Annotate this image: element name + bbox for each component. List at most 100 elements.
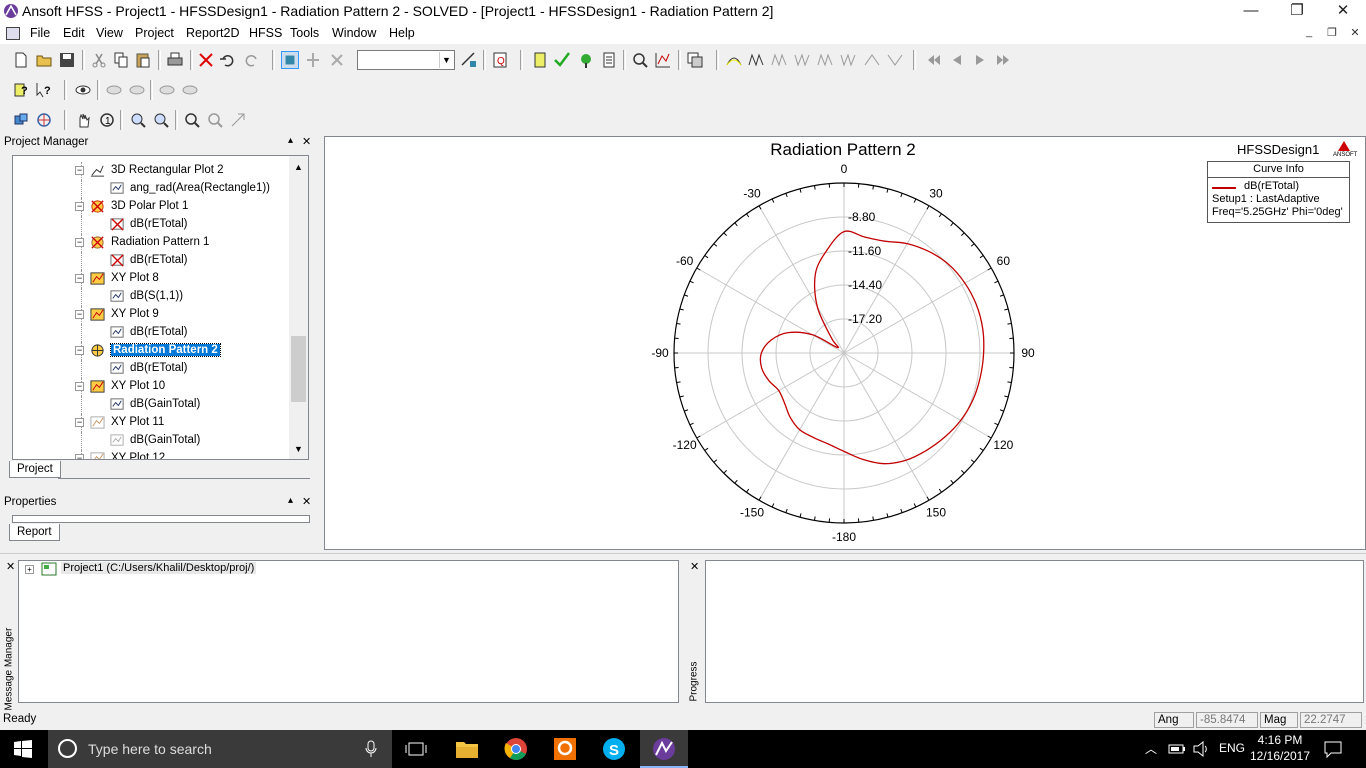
show-objects-icon[interactable]	[105, 81, 123, 99]
trace-type-5-icon[interactable]	[817, 51, 835, 69]
trace-type-8-icon[interactable]	[886, 51, 904, 69]
speaker-icon[interactable]	[1192, 741, 1210, 757]
language-indicator[interactable]: ENG	[1219, 741, 1245, 755]
trace-type-7-icon[interactable]	[863, 51, 881, 69]
menu-help[interactable]: Help	[389, 26, 415, 40]
model-setup-icon[interactable]	[531, 51, 549, 69]
tab-project[interactable]: Project	[9, 461, 61, 478]
menu-report2d[interactable]: Report2D	[186, 26, 240, 40]
collapse-icon[interactable]: −	[75, 454, 84, 459]
mdi-restore-button[interactable]: ❐	[1323, 26, 1341, 42]
new-file-icon[interactable]	[12, 51, 30, 69]
close-pane-icon[interactable]: ✕	[6, 560, 15, 573]
clock-time[interactable]: 4:16 PM	[1250, 733, 1310, 747]
trace-type-3-icon[interactable]	[771, 51, 789, 69]
zoom-in-icon[interactable]	[129, 111, 147, 129]
first-icon[interactable]	[925, 51, 943, 69]
menu-edit[interactable]: Edit	[63, 26, 85, 40]
menu-window[interactable]: Window	[332, 26, 376, 40]
collapse-icon[interactable]: −	[75, 382, 84, 391]
close-pane-icon[interactable]: ✕	[302, 495, 311, 508]
trace-type-2-icon[interactable]	[748, 51, 766, 69]
analyze-icon[interactable]	[577, 51, 595, 69]
collapse-icon[interactable]: −	[75, 202, 84, 211]
notifications-icon[interactable]	[1324, 740, 1342, 758]
last-icon[interactable]	[994, 51, 1012, 69]
trace-type-6-icon[interactable]	[840, 51, 858, 69]
selection-dropdown[interactable]: ▼	[357, 50, 455, 70]
clock-date[interactable]: 12/16/2017	[1248, 749, 1312, 763]
microphone-icon[interactable]	[364, 740, 378, 758]
close-window-button[interactable]: ✕	[1320, 0, 1366, 24]
pin-icon[interactable]: ▴	[288, 135, 293, 146]
orient-icon[interactable]	[35, 111, 53, 129]
collapse-icon[interactable]: −	[75, 418, 84, 427]
skype-icon[interactable]: S	[602, 737, 626, 761]
mdi-close-button[interactable]: ✕	[1346, 26, 1364, 42]
collapse-icon[interactable]: −	[75, 166, 84, 175]
zoom-out-icon[interactable]	[152, 111, 170, 129]
select-mode-icon[interactable]	[281, 51, 299, 69]
whats-this-icon[interactable]: ?	[35, 81, 53, 99]
delete-icon[interactable]	[197, 51, 215, 69]
field-overlay-icon[interactable]	[631, 51, 649, 69]
collapse-icon[interactable]: −	[75, 346, 84, 355]
select-by-name-icon[interactable]	[304, 51, 322, 69]
minimize-button[interactable]: —	[1228, 0, 1274, 24]
validation-check-icon[interactable]	[553, 51, 571, 69]
redo-icon[interactable]	[242, 51, 260, 69]
task-view-icon[interactable]	[405, 741, 427, 757]
curve-info-legend[interactable]: Curve Info dB(rETotal) Setup1 : LastAdap…	[1207, 161, 1350, 223]
copy-image-icon[interactable]	[686, 51, 704, 69]
open-folder-icon[interactable]	[35, 51, 53, 69]
close-pane-icon[interactable]: ✕	[690, 560, 699, 573]
collapse-icon[interactable]: −	[75, 274, 84, 283]
collapse-icon[interactable]: −	[75, 310, 84, 319]
menu-tools[interactable]: Tools	[290, 26, 319, 40]
windows-start-icon[interactable]	[14, 740, 32, 758]
hide-all-icon[interactable]	[181, 81, 199, 99]
select-object-icon[interactable]	[328, 51, 346, 69]
cut-icon[interactable]	[90, 51, 108, 69]
scroll-up-icon[interactable]: ▲	[294, 162, 303, 172]
print-icon[interactable]	[166, 51, 184, 69]
chevron-down-icon[interactable]: ▼	[439, 52, 453, 68]
previous-icon[interactable]	[948, 51, 966, 69]
collapse-icon[interactable]: −	[75, 238, 84, 247]
trace-type-1-icon[interactable]	[725, 51, 743, 69]
mdi-document-icon[interactable]	[6, 27, 20, 40]
menu-view[interactable]: View	[96, 26, 123, 40]
file-explorer-icon[interactable]	[455, 739, 479, 759]
copy-icon[interactable]	[112, 51, 130, 69]
spin-icon[interactable]	[229, 111, 247, 129]
help-context-icon[interactable]: ?	[12, 81, 30, 99]
pan-hand-icon[interactable]	[75, 111, 93, 129]
expand-icon[interactable]: +	[25, 565, 34, 574]
message-project-entry[interactable]: Project1 (C:/Users/Khalil/Desktop/proj/)	[61, 562, 257, 574]
fit-all-icon[interactable]	[183, 111, 201, 129]
battery-icon[interactable]	[1168, 742, 1186, 756]
pin-icon[interactable]: ▴	[288, 495, 293, 506]
pdf-app-icon[interactable]	[553, 737, 577, 761]
next-icon[interactable]	[971, 51, 989, 69]
trace-type-4-icon[interactable]	[794, 51, 812, 69]
save-icon[interactable]	[58, 51, 76, 69]
menu-file[interactable]: File	[30, 26, 50, 40]
mdi-minimize-button[interactable]: _	[1300, 26, 1318, 42]
view-3d-icon[interactable]	[12, 111, 30, 129]
paste-icon[interactable]	[134, 51, 152, 69]
menu-project[interactable]: Project	[135, 26, 174, 40]
fit-selection-icon[interactable]	[206, 111, 224, 129]
chrome-icon[interactable]	[504, 737, 528, 761]
restore-button[interactable]: ❐	[1274, 0, 1320, 24]
menu-hfss[interactable]: HFSS	[249, 26, 282, 40]
scroll-down-icon[interactable]: ▼	[294, 444, 303, 454]
tab-report[interactable]: Report	[9, 524, 60, 541]
eye-icon[interactable]	[74, 81, 92, 99]
chevron-up-icon[interactable]: ︿	[1145, 740, 1157, 757]
rotate-icon[interactable]: 1	[98, 111, 116, 129]
validate-icon[interactable]: Q	[491, 51, 509, 69]
hfss-taskbar-button[interactable]	[640, 730, 688, 768]
show-all-icon[interactable]	[158, 81, 176, 99]
taskbar-search[interactable]: Type here to search	[48, 730, 392, 768]
